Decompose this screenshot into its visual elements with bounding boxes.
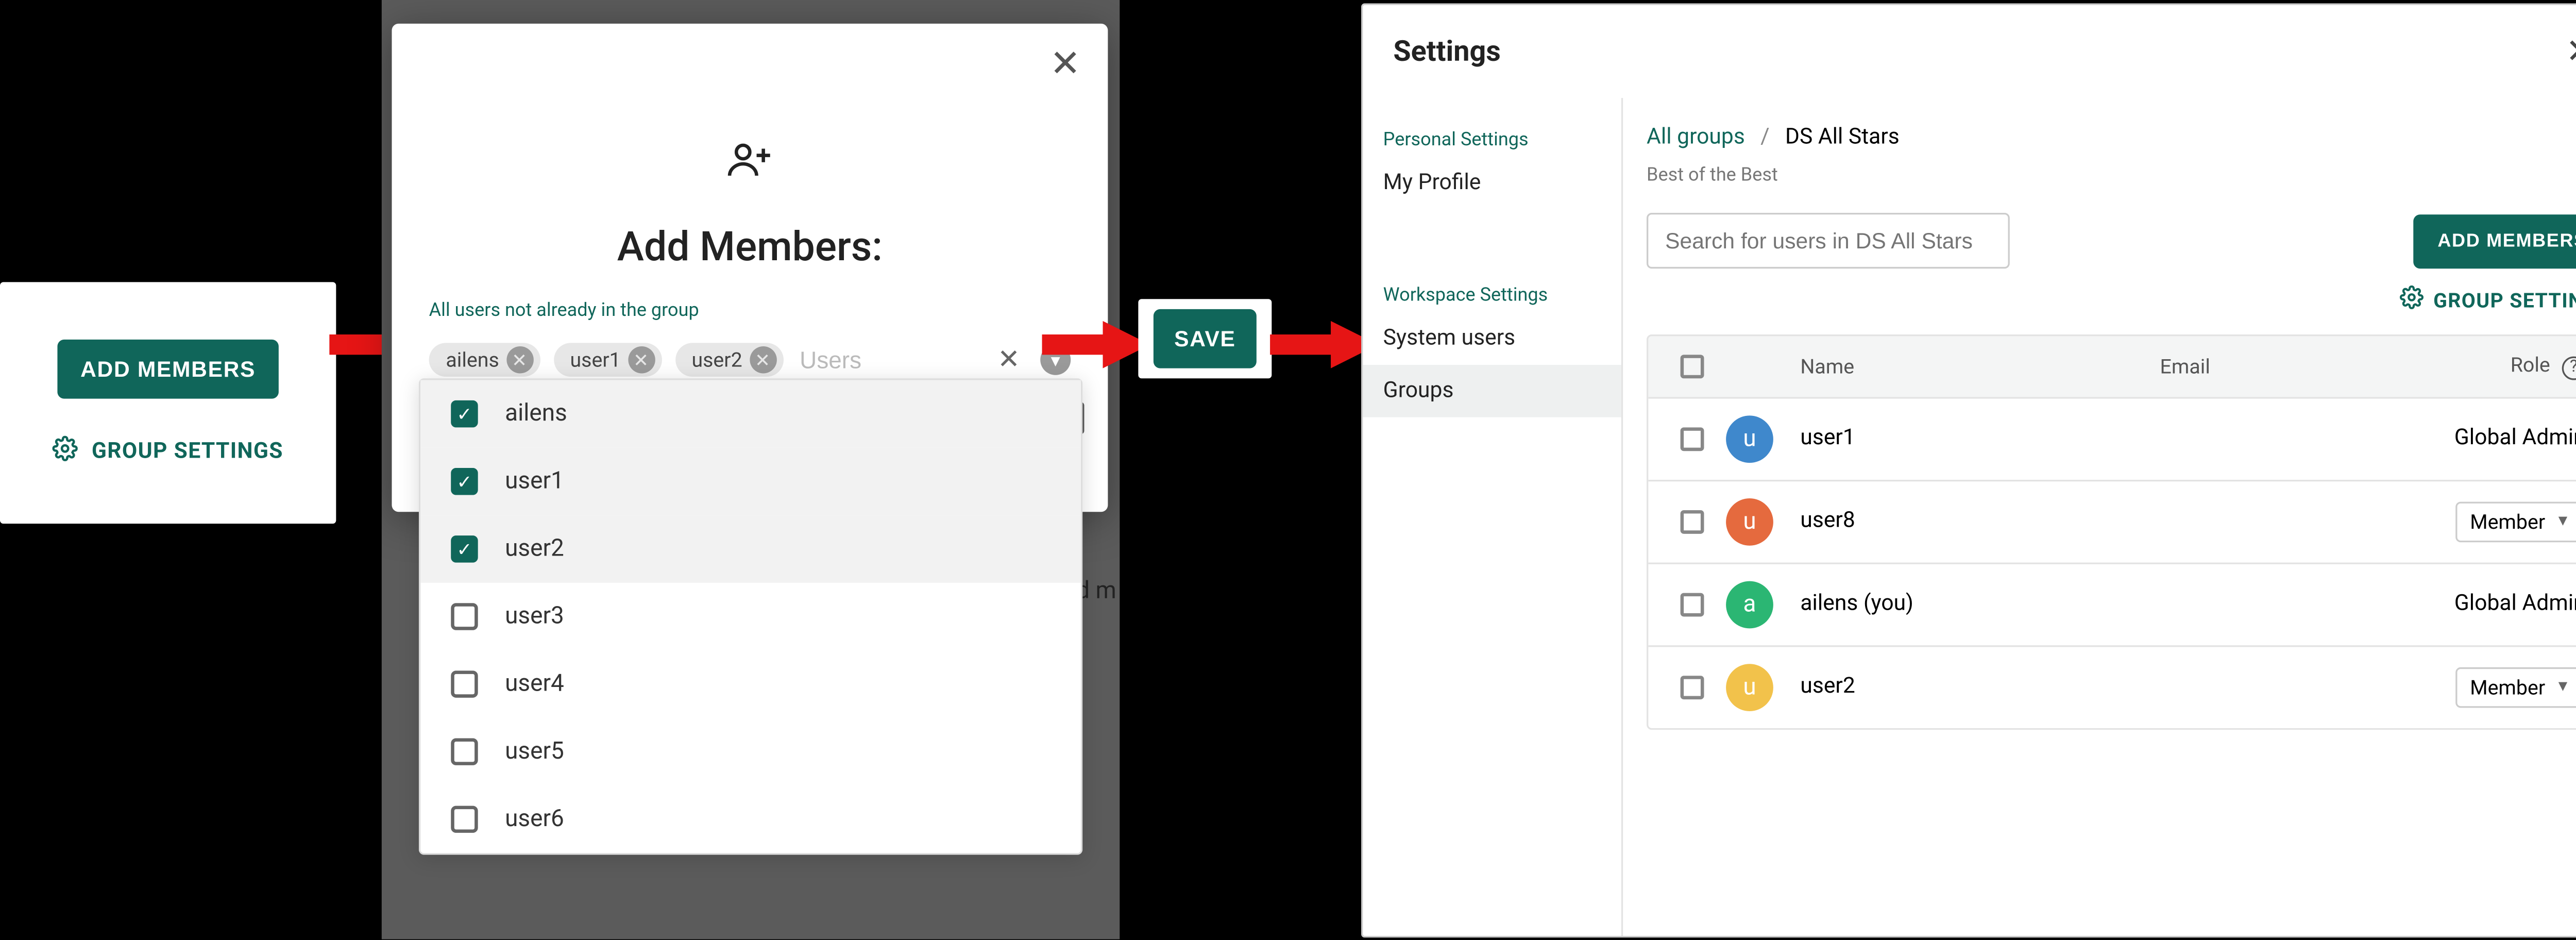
dropdown-option[interactable]: ✓ ailens bbox=[420, 380, 1081, 448]
select-all-checkbox[interactable] bbox=[1681, 355, 1704, 378]
dropdown-option[interactable]: ✓ user2 bbox=[420, 515, 1081, 583]
chevron-down-icon: ▼ bbox=[2555, 512, 2570, 530]
sidebar-item-my-profile[interactable]: My Profile bbox=[1363, 157, 1621, 210]
checkbox-icon[interactable] bbox=[451, 670, 478, 697]
gear-icon bbox=[53, 435, 78, 467]
table-row: u user1 Global Admin bbox=[1648, 396, 2576, 479]
settings-sidebar: Personal Settings My Profile Workspace S… bbox=[1363, 98, 1623, 937]
checkbox-icon[interactable]: ✓ bbox=[451, 400, 478, 427]
dropdown-option-label: user3 bbox=[505, 603, 564, 630]
cell-name: user2 bbox=[1800, 674, 2160, 699]
checkbox-icon[interactable]: ✓ bbox=[451, 535, 478, 562]
column-header-name: Name bbox=[1800, 355, 2160, 378]
dialog-title: Add Members: bbox=[392, 223, 1108, 271]
sidebar-heading-workspace: Workspace Settings bbox=[1363, 270, 1621, 312]
chip-remove-icon[interactable]: ✕ bbox=[506, 346, 533, 373]
users-dropdown: ✓ ailens ✓ user1 ✓ user2 user3 user4 user5 user6 bbox=[419, 378, 1082, 854]
column-header-email: Email bbox=[2160, 355, 2397, 378]
dropdown-option-label: user6 bbox=[505, 806, 564, 833]
group-settings-label: GROUP SETTINGS bbox=[92, 439, 283, 464]
settings-main: All groups / DS All Stars Best of the Be… bbox=[1623, 98, 2576, 937]
sidebar-item-system-users[interactable]: System users bbox=[1363, 312, 1621, 365]
chip-label-text: user2 bbox=[691, 348, 742, 372]
table-row: a ailens (you) Global Admin bbox=[1648, 562, 2576, 645]
dropdown-option-label: user4 bbox=[505, 670, 564, 697]
sidebar-heading-personal: Personal Settings bbox=[1363, 115, 1621, 157]
dropdown-option-label: user2 bbox=[505, 535, 564, 562]
table-row: u user2 Member▼ bbox=[1648, 645, 2576, 728]
avatar: u bbox=[1726, 415, 1773, 462]
row-checkbox[interactable] bbox=[1681, 427, 1704, 450]
role-select[interactable]: Member▼ bbox=[2455, 666, 2576, 707]
cell-role: Global Admin bbox=[2396, 426, 2576, 451]
person-add-icon bbox=[392, 139, 1108, 189]
cell-name: user8 bbox=[1800, 509, 2160, 534]
add-members-dialog-wrap: ✕ Add Members: All users not already in … bbox=[382, 0, 1120, 939]
add-members-button[interactable]: ADD MEMBERS bbox=[57, 339, 279, 398]
users-input[interactable] bbox=[796, 345, 977, 375]
checkbox-icon[interactable]: ✓ bbox=[451, 468, 478, 495]
settings-titlebar: Settings ✕ bbox=[1363, 5, 2576, 98]
avatar: u bbox=[1726, 663, 1773, 711]
checkbox-icon[interactable] bbox=[451, 806, 478, 833]
breadcrumb: All groups / DS All Stars bbox=[1647, 125, 2576, 150]
members-table: Name Email Role ? u user1 Global Admin u use… bbox=[1647, 334, 2576, 729]
chip[interactable]: ailens ✕ bbox=[429, 343, 540, 377]
row-checkbox[interactable] bbox=[1681, 675, 1704, 699]
search-input[interactable] bbox=[1647, 213, 2010, 268]
group-settings-link[interactable]: GROUP SETTINGS bbox=[53, 435, 283, 467]
breadcrumb-separator: / bbox=[1760, 125, 1770, 150]
checkbox-icon[interactable] bbox=[451, 603, 478, 630]
dropdown-option[interactable]: user6 bbox=[420, 785, 1081, 853]
add-members-button[interactable]: ADD MEMBERS bbox=[2414, 214, 2576, 268]
avatar: u bbox=[1726, 497, 1773, 545]
settings-title: Settings bbox=[1393, 35, 1501, 69]
save-button[interactable]: SAVE bbox=[1154, 309, 1256, 368]
cell-name: user1 bbox=[1800, 426, 2160, 451]
chip[interactable]: user2 ✕ bbox=[675, 343, 783, 377]
group-settings-link[interactable]: GROUP SETTINGS bbox=[1647, 286, 2576, 314]
table-row: u user8 Member▼ bbox=[1648, 479, 2576, 562]
dropdown-toggle-icon[interactable]: ▾ bbox=[1040, 345, 1071, 375]
settings-close-button[interactable]: ✕ bbox=[2555, 29, 2576, 75]
gear-icon bbox=[2400, 286, 2424, 314]
table-header: Name Email Role ? bbox=[1648, 336, 2576, 396]
group-subtitle: Best of the Best bbox=[1647, 164, 2576, 186]
dropdown-option[interactable]: user5 bbox=[420, 718, 1081, 785]
checkbox-icon[interactable] bbox=[451, 738, 478, 765]
dialog-close-button[interactable]: ✕ bbox=[1040, 41, 1091, 88]
chevron-down-icon: ▼ bbox=[2555, 677, 2570, 696]
cell-role: Global Admin bbox=[2396, 591, 2576, 616]
chip[interactable]: user1 ✕ bbox=[553, 343, 662, 377]
dropdown-option-label: ailens bbox=[505, 400, 567, 427]
dropdown-option[interactable]: ✓ user1 bbox=[420, 448, 1081, 515]
settings-panel: Settings ✕ Personal Settings My Profile … bbox=[1361, 4, 2576, 938]
chip-label-text: ailens bbox=[446, 348, 499, 372]
breadcrumb-current: DS All Stars bbox=[1785, 125, 1900, 150]
cell-name: ailens (you) bbox=[1800, 591, 2160, 616]
role-select[interactable]: Member▼ bbox=[2455, 501, 2576, 542]
dropdown-option-label: user5 bbox=[505, 738, 564, 765]
dropdown-option[interactable]: user3 bbox=[420, 583, 1081, 650]
column-header-role: Role ? bbox=[2396, 353, 2576, 379]
breadcrumb-root[interactable]: All groups bbox=[1647, 125, 1745, 150]
group-settings-label: GROUP SETTINGS bbox=[2433, 288, 2576, 312]
chip-remove-icon[interactable]: ✕ bbox=[749, 346, 776, 373]
avatar: a bbox=[1726, 580, 1773, 628]
row-checkbox[interactable] bbox=[1681, 509, 1704, 533]
dropdown-option[interactable]: user4 bbox=[420, 650, 1081, 718]
sidebar-item-groups[interactable]: Groups bbox=[1363, 365, 1621, 417]
panel-save: SAVE bbox=[1138, 299, 1272, 378]
help-icon[interactable]: ? bbox=[2562, 356, 2576, 379]
chip-label-text: user1 bbox=[570, 348, 620, 372]
clear-input-button[interactable]: ✕ bbox=[991, 340, 1027, 380]
chip-remove-icon[interactable]: ✕ bbox=[628, 346, 654, 373]
panel-buttons: ADD MEMBERS GROUP SETTINGS bbox=[0, 282, 336, 524]
chip-field-label: All users not already in the group bbox=[429, 299, 699, 321]
row-checkbox[interactable] bbox=[1681, 592, 1704, 616]
dropdown-option-label: user1 bbox=[505, 468, 564, 495]
